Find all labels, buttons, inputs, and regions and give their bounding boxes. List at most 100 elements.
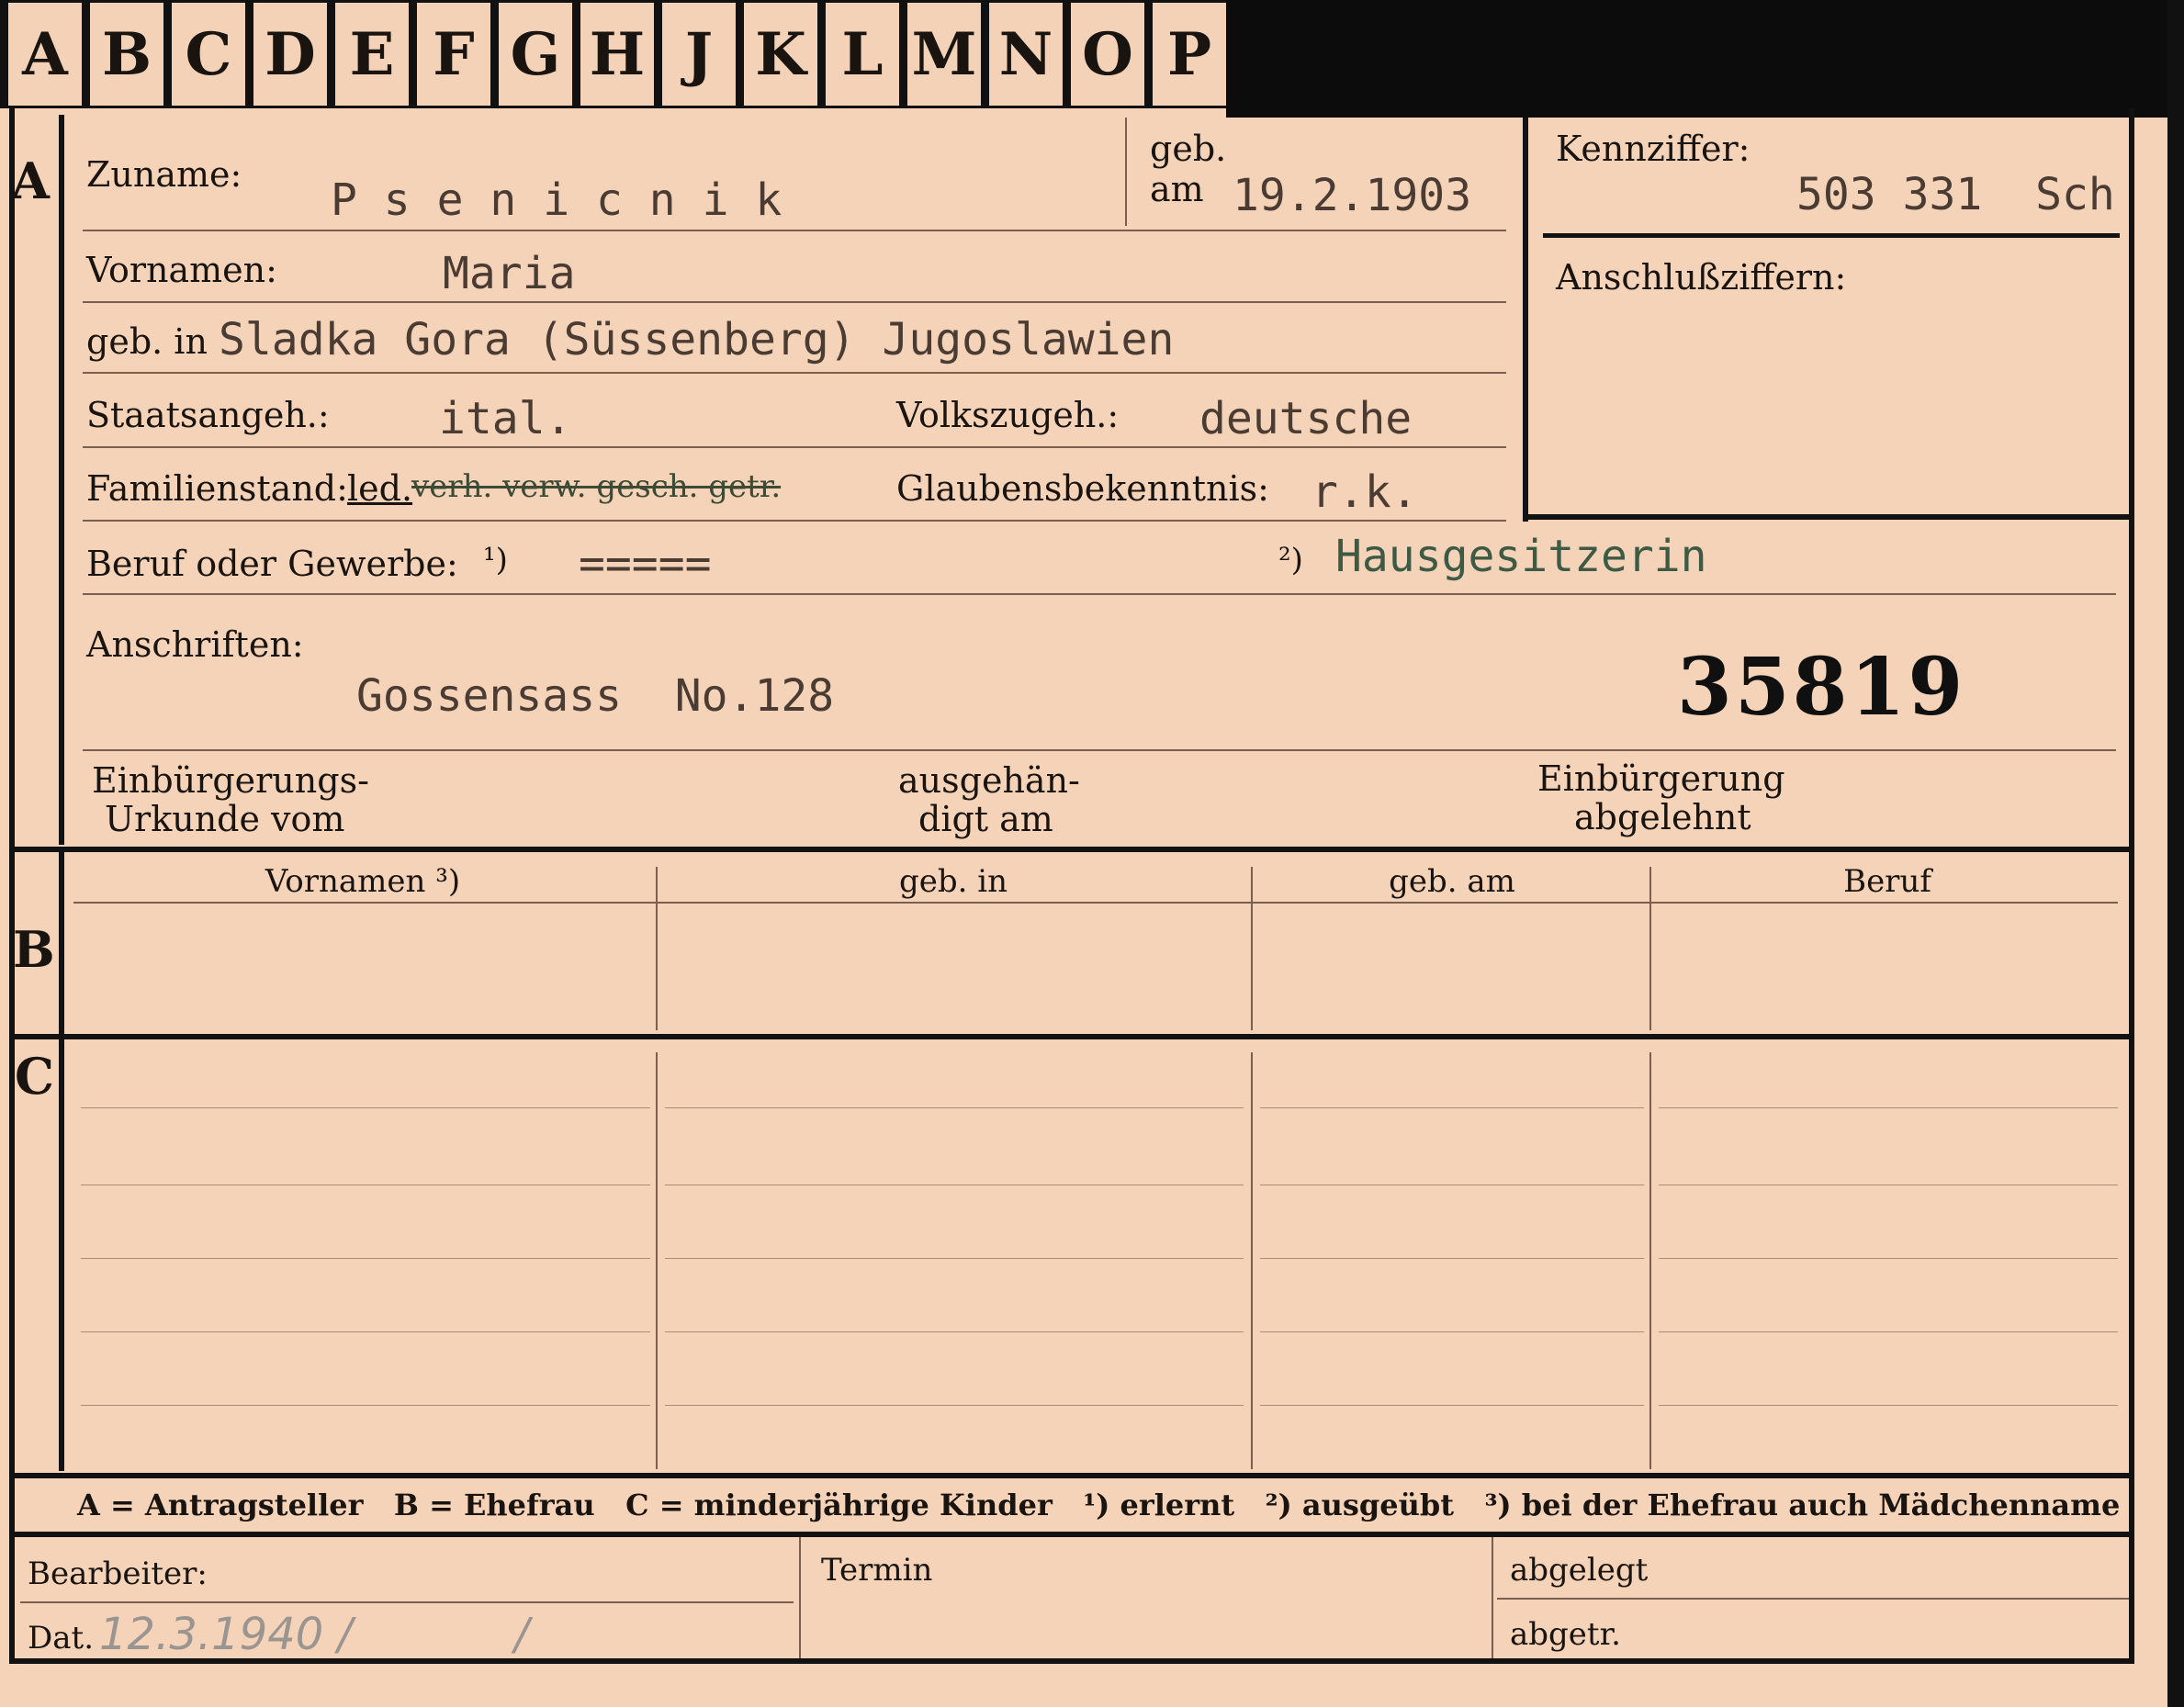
legend-text: A = Antragsteller B = Ehefrau C = minder… [77, 1488, 2121, 1522]
footer-divider [799, 1537, 801, 1658]
anschluss-label: Anschlußziffern: [1556, 257, 1847, 298]
section-a-spine [59, 115, 64, 845]
section-c-col-divider [1649, 1052, 1651, 1469]
section-b-spine [59, 852, 64, 1036]
section-b-col-beruf: Beruf [1843, 863, 1931, 900]
abgelehnt-label-2: abgelehnt [1574, 797, 1751, 837]
volkszugeh-label: Volkszugeh.: [896, 395, 1120, 435]
zuname-value: P s e n i c n i k [331, 174, 782, 226]
einb-label-2: Urkunde vom [105, 799, 345, 839]
legend-bottom-border [9, 1532, 2134, 1537]
vornamen-label: Vornamen: [86, 250, 277, 290]
kennziffer-box-bottom [1523, 514, 2131, 520]
alphabet-tab-n[interactable]: N [986, 0, 1065, 108]
beruf-label: Beruf oder Gewerbe: [86, 544, 458, 584]
row-rule [83, 520, 1506, 522]
row-rule [83, 301, 1506, 303]
volkszugeh-value: deutsche [1199, 393, 1413, 444]
section-c-col-divider [1251, 1052, 1253, 1469]
stamp-number: 35819 [1677, 641, 1966, 734]
row-rule [83, 230, 1506, 231]
legend-top-border [9, 1473, 2134, 1478]
section-c-row-rule [665, 1107, 1244, 1108]
vornamen-value: Maria [443, 248, 576, 299]
alphabet-tab-f[interactable]: F [414, 0, 493, 108]
familienstand-value: led. [347, 468, 413, 509]
row-rule [83, 749, 2116, 751]
zuname-label: Zuname: [86, 154, 242, 195]
alphabet-tab-a[interactable]: A [6, 0, 84, 108]
am-label: am [1150, 169, 1204, 209]
termin-label: Termin [821, 1552, 933, 1589]
section-c-row-rule [665, 1258, 1244, 1259]
geb-am-value: 19.2.1903 [1233, 170, 1472, 221]
kennziffer-divider [1543, 233, 2120, 238]
footer-divider [1492, 1537, 1493, 1658]
alphabet-tab-c[interactable]: C [169, 0, 248, 108]
section-c-marker: C [15, 1047, 54, 1106]
alphabet-tab-j[interactable]: J [659, 0, 738, 108]
einb-label-1: Einbürgerungs- [92, 760, 369, 801]
anschriften-value: Gossensass No.128 [356, 670, 835, 722]
section-c-row-rule [81, 1405, 650, 1406]
index-card: ABCDEFGHJKLMNOP A Zuname: P s e n i c n … [0, 0, 2167, 1707]
alphabet-tab-g[interactable]: G [496, 0, 575, 108]
section-a-marker: A [11, 152, 50, 210]
abgelegt-rule [1497, 1598, 2129, 1600]
section-c-row-rule [1659, 1107, 2118, 1108]
ausgeh-label-1: ausgehän- [898, 760, 1080, 801]
bearbeiter-rule [20, 1601, 794, 1603]
alphabet-tab-d[interactable]: D [251, 0, 330, 108]
card-right-border [2129, 108, 2134, 1664]
alphabet-tab-l[interactable]: L [823, 0, 902, 108]
section-b-marker: B [13, 920, 55, 979]
alphabet-tab-m[interactable]: M [905, 0, 984, 108]
section-c-row-rule [1260, 1258, 1644, 1259]
alphabet-tab-o[interactable]: O [1068, 0, 1147, 108]
beruf-note-1: ¹) [483, 542, 508, 578]
alphabet-tab-e[interactable]: E [332, 0, 411, 108]
familienstand-struck-options: verh. verw. gesch. getr. [411, 468, 782, 505]
section-b-col-geb-am: geb. am [1389, 863, 1515, 900]
section-b-col-divider [1251, 867, 1253, 1030]
alphabet-tab-b[interactable]: B [87, 0, 166, 108]
glaubens-label: Glaubensbekenntnis: [896, 468, 1269, 509]
beruf-value-1: ===== [579, 538, 712, 590]
section-c-row-rule [1260, 1331, 1644, 1332]
section-c-top-border [9, 1034, 2134, 1039]
beruf-value-2: Hausgesitzerin [1335, 531, 1707, 582]
alphabet-tab-p[interactable]: P [1150, 0, 1229, 108]
geb-in-label: geb. in [86, 321, 208, 362]
abgetr-label: abgetr. [1510, 1616, 1621, 1653]
staatsangeh-value: ital. [439, 393, 572, 444]
dat-value: 12.3.1940 / [99, 1609, 353, 1660]
section-c-row-rule [665, 1405, 1244, 1406]
section-c-row-rule [81, 1331, 650, 1332]
section-b-col-vornamen: Vornamen ³) [265, 863, 461, 900]
top-right-dark-area [1226, 0, 2167, 118]
section-c-row-rule [81, 1107, 650, 1108]
card-left-border [9, 108, 15, 1660]
abgelegt-label: abgelegt [1510, 1552, 1649, 1589]
alphabet-tab-h[interactable]: H [578, 0, 657, 108]
section-c-row-rule [1659, 1405, 2118, 1406]
section-c-spine [59, 1039, 64, 1471]
bearbeiter-label: Bearbeiter: [28, 1555, 208, 1592]
row-rule [83, 372, 1506, 374]
alphabet-tab-k[interactable]: K [741, 0, 820, 108]
kennziffer-value: 503 331 Sch [1796, 169, 2115, 220]
section-c-row-rule [1659, 1258, 2118, 1259]
beruf-note-2: ²) [1278, 542, 1303, 578]
anschriften-label: Anschriften: [86, 624, 304, 665]
dat-label: Dat. [28, 1620, 95, 1656]
kennziffer-box-left [1523, 118, 1528, 522]
section-c-row-rule [81, 1258, 650, 1259]
section-c-row-rule [1260, 1405, 1644, 1406]
section-b-top-border [9, 847, 2134, 852]
zuname-divider [1125, 118, 1127, 226]
section-c-col-divider [656, 1052, 658, 1469]
section-b-col-divider [656, 867, 658, 1030]
staatsangeh-label: Staatsangeh.: [86, 395, 330, 435]
section-c-row-rule [665, 1331, 1244, 1332]
familienstand-label: Familienstand: [86, 468, 348, 509]
